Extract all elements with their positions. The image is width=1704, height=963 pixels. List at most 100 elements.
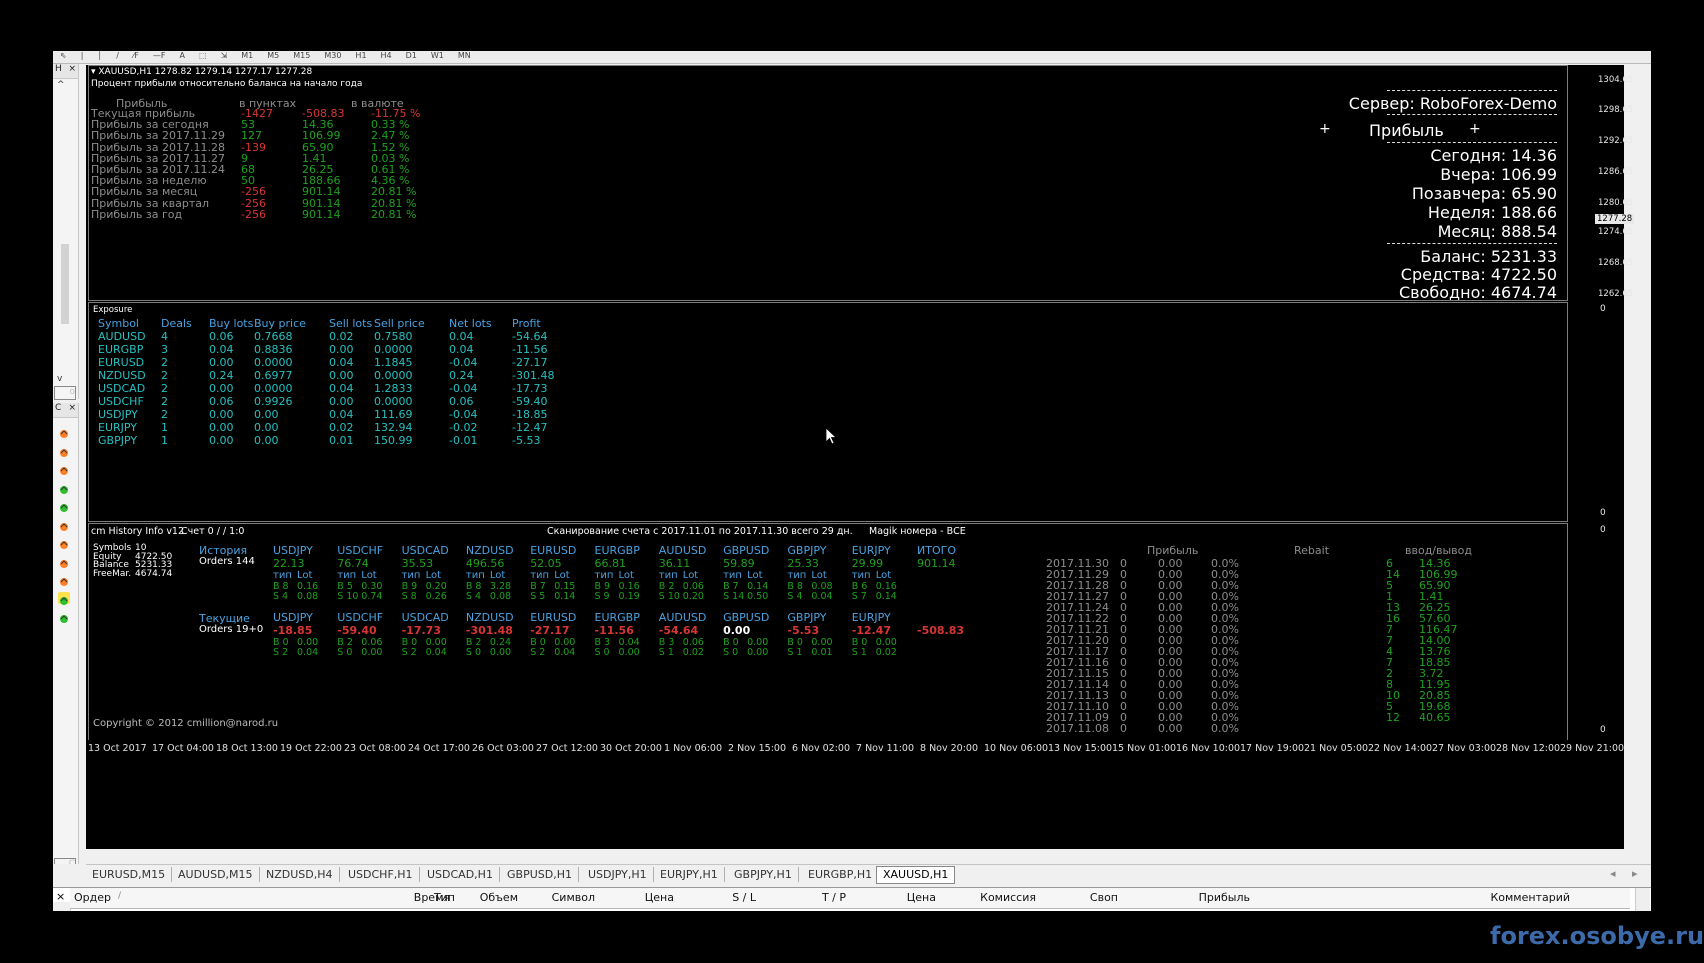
history-col-sell: S 4 (465, 591, 481, 602)
orders-col-header[interactable]: Цена (584, 891, 674, 904)
scroll-down-icon[interactable]: v (57, 374, 62, 384)
exposure-header: Symbol (98, 317, 139, 330)
tab-gbpusd-h1[interactable]: GBPUSD,H1 (501, 867, 579, 882)
close-icon[interactable]: × (68, 403, 76, 417)
tab-audusd-m15[interactable]: AUDUSD,M15 (172, 867, 260, 882)
daily-inout-header: ввод/вывод (1405, 544, 1472, 557)
toolbar-button[interactable]: H4 (381, 51, 392, 60)
orders-col-header[interactable]: Символ (505, 891, 595, 904)
magic-numbers: Magik номера - ВСЕ (869, 526, 966, 537)
orders-col-header[interactable]: Своп (1028, 891, 1118, 904)
expert-icon[interactable] (58, 573, 70, 586)
toolbar-button[interactable]: / (116, 51, 119, 60)
scrollbar-thumb[interactable] (61, 244, 69, 324)
history-col-sell-lot: 0.08 (297, 591, 319, 602)
profit-row-points: -256 (241, 207, 266, 221)
expert-icon[interactable] (58, 499, 70, 512)
expert-icon[interactable] (58, 518, 70, 531)
history-col-lot-label: Lot (489, 570, 506, 581)
toolbar-button[interactable]: —F (153, 51, 166, 60)
time-tick: 30 Oct 20:00 (600, 743, 662, 754)
tab-gbpjpy-h1[interactable]: GBPJPY,H1 (728, 867, 799, 882)
history-col-value: 59.89 (723, 557, 755, 570)
toolbar-button[interactable]: M15 (293, 51, 310, 60)
info-line: Сегодня: 14.36 (1430, 146, 1557, 165)
expert-icon[interactable] (58, 462, 70, 475)
orders-col-header[interactable]: Комментарий (1480, 891, 1570, 904)
time-tick: 22 Nov 14:00 (1368, 743, 1433, 754)
tab-usdcad-h1[interactable]: USDCAD,H1 (421, 867, 500, 882)
exposure-cell: -12.47 (512, 421, 548, 434)
tab-o[interactable]: o (54, 386, 76, 400)
current-col-sell: S 0 (594, 647, 610, 658)
toolbar-button[interactable]: W1 (431, 51, 444, 60)
current-col-sell: S 2 (530, 647, 546, 658)
toolbar-button[interactable]: ⁄F (133, 51, 139, 60)
expert-icon[interactable] (58, 591, 70, 605)
exposure-cell: 0.00 (209, 434, 234, 447)
toolbar-button[interactable]: D1 (406, 51, 417, 60)
tab-nzdusd-h4[interactable]: NZDUSD,H4 (260, 867, 340, 882)
toolbar-button[interactable]: │ (97, 51, 102, 60)
orders-col-header[interactable]: T / P (756, 891, 846, 904)
toolbar-button[interactable]: M5 (267, 51, 279, 60)
expert-icon[interactable] (58, 444, 70, 457)
expert-icon[interactable] (58, 481, 70, 494)
exposure-cell: USDJPY (98, 408, 138, 421)
profit-row-percent: 20.81 % (371, 196, 417, 210)
order-row[interactable]: 1734992112017.10.20 07:42:24buy0.08nzdus… (70, 908, 1630, 911)
history-pane[interactable]: cm History Info v12 Счет 0 / / 1:0 Скани… (88, 523, 1568, 741)
history-total: 901.14 (917, 557, 956, 570)
tab-xauusd-h1[interactable]: XAUUSD,H1 (876, 866, 956, 884)
expert-icon[interactable] (58, 425, 70, 438)
chart-area[interactable]: ▾ XAUUSD,H1 1278.82 1279.14 1277.17 1277… (86, 65, 1635, 849)
exposure-cell: 0.0000 (374, 395, 413, 408)
tab-usdchf-h1[interactable]: USDCHF,H1 (342, 867, 420, 882)
orders-col-header[interactable]: Прибыль (1160, 891, 1250, 904)
toolbar-button[interactable]: H1 (355, 51, 366, 60)
exposure-cell: 0.7668 (254, 330, 293, 343)
history-col-sell: S 14 (723, 591, 745, 602)
close-icon[interactable]: × (68, 64, 76, 78)
expert-icon[interactable] (58, 536, 70, 549)
current-col-sell-lot: 0.04 (297, 647, 319, 658)
exposure-pane[interactable]: Exposure Symbol Deals Buy lots Buy price Sel… (88, 302, 1568, 522)
toolbar-button[interactable]: M30 (324, 51, 341, 60)
orders-col-header[interactable]: Цена (846, 891, 936, 904)
terminal-window: ⇖ | │ / ⁄F —F A ⬚ ⇲ M1 M5 M15 M30 H1 H4 D1 W1 MN H × ^ v … (53, 51, 1651, 911)
orders-col-header[interactable]: Комиссия (946, 891, 1036, 904)
exposure-cell: 0.24 (449, 369, 474, 382)
toolbar-button[interactable]: ⇲ (221, 51, 228, 60)
profit-row-percent: 1.52 % (371, 140, 410, 154)
tab-scroll-right-icon[interactable]: ▸ (1632, 867, 1638, 880)
expert-icon[interactable] (58, 610, 70, 623)
toolbar-button[interactable]: | (81, 51, 84, 60)
account-label: Счет 0 / / 1:0 (181, 526, 245, 537)
history-col-sell-lot: 0.14 (875, 591, 897, 602)
history-col-type-label: тип (465, 570, 485, 581)
history-col-type-label: тип (273, 570, 292, 581)
current-col-symbol: GBPJPY (787, 611, 827, 624)
history-col-sell-lot: 0.14 (554, 591, 576, 602)
time-tick: 17 Oct 04:00 (152, 743, 214, 754)
chart-header: ▾ XAUUSD,H1 1278.82 1279.14 1277.17 1277… (91, 67, 312, 77)
orders-scrollbar[interactable] (1635, 888, 1650, 911)
expert-icon[interactable] (58, 555, 70, 568)
toolbar-button[interactable]: A (179, 51, 184, 60)
tab-eurjpy-h1[interactable]: EURJPY,H1 (654, 867, 725, 882)
tab-eurgbp-h1[interactable]: EURGBP,H1 (802, 867, 880, 882)
toolbar-button[interactable]: M1 (241, 51, 253, 60)
tab-eurusd-m15[interactable]: EURUSD,M15 (86, 867, 173, 882)
orders-col-header[interactable]: S / L (666, 891, 756, 904)
toolbar-button[interactable]: MN (458, 51, 471, 60)
orders-col-header[interactable]: Ордер (74, 891, 111, 904)
toolbar-button[interactable]: ⇖ (60, 51, 67, 60)
tab-usdjpy-h1[interactable]: USDJPY,H1 (582, 867, 654, 882)
exposure-cell: AUDUSD (98, 330, 146, 343)
scroll-up-icon[interactable]: ^ (57, 80, 65, 90)
exposure-cell: 1 (161, 434, 168, 447)
info-line: Месяц: 888.54 (1437, 222, 1557, 241)
tab-scroll-left-icon[interactable]: ◂ (1610, 867, 1616, 880)
main-chart-pane[interactable]: ▾ XAUUSD,H1 1278.82 1279.14 1277.17 1277… (88, 65, 1568, 301)
toolbar-button[interactable]: ⬚ (199, 51, 207, 60)
